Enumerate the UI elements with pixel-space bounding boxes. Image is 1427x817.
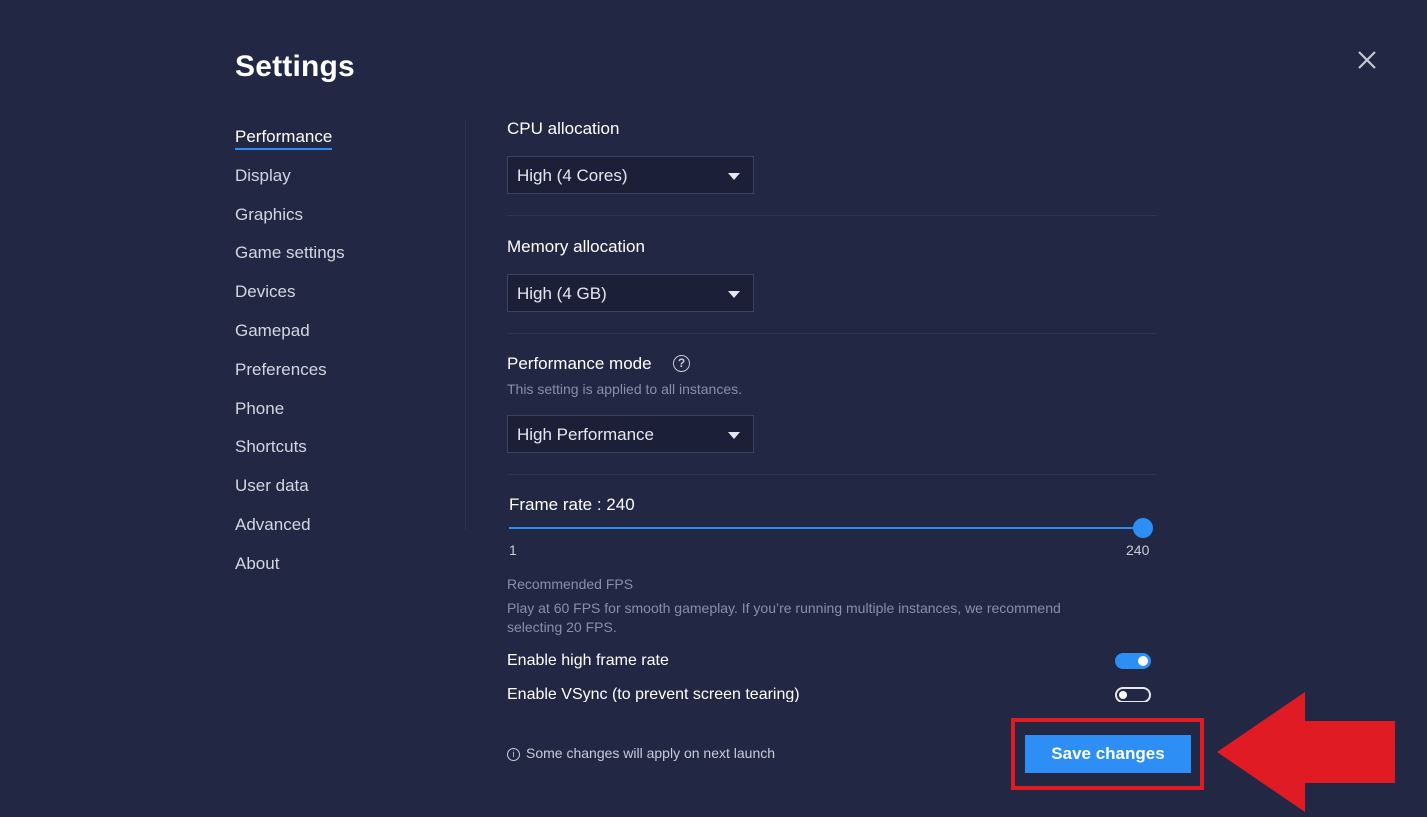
frame-rate-slider-fill <box>509 527 1143 529</box>
page-title: Settings <box>235 50 355 83</box>
performance-mode-note: This setting is applied to all instances… <box>507 381 743 397</box>
high-frame-rate-label: Enable high frame rate <box>507 652 669 669</box>
cpu-allocation-label: CPU allocation <box>507 119 620 138</box>
settings-dialog: Settings Performance Display Graphics Ga… <box>0 0 1427 817</box>
sidebar-item-label: Preferences <box>235 359 327 379</box>
slider-max-label: 240 <box>1126 542 1150 558</box>
frame-rate-slider[interactable] <box>509 527 1143 529</box>
cpu-allocation-select[interactable]: High (4 Cores) <box>507 156 754 194</box>
sidebar-item-shortcuts[interactable]: Shortcuts <box>235 428 455 467</box>
sidebar-item-about[interactable]: About <box>235 545 455 584</box>
slider-min-label: 1 <box>509 542 517 558</box>
sidebar-item-performance[interactable]: Performance <box>235 118 455 157</box>
sidebar-item-user-data[interactable]: User data <box>235 467 455 506</box>
caret-down-icon <box>728 432 740 439</box>
sidebar-item-label: Game settings <box>235 243 345 263</box>
sidebar-item-label: Display <box>235 165 291 185</box>
sidebar-item-label: Gamepad <box>235 320 310 340</box>
caret-down-icon <box>728 291 740 298</box>
sidebar-item-game-settings[interactable]: Game settings <box>235 234 455 273</box>
toggle-knob <box>1138 656 1148 666</box>
sidebar-item-devices[interactable]: Devices <box>235 273 455 312</box>
help-icon[interactable]: ? <box>673 355 690 372</box>
vsync-label: Enable VSync (to prevent screen tearing) <box>507 686 800 702</box>
settings-sidebar: Performance Display Graphics Game settin… <box>235 118 455 584</box>
section-divider <box>507 215 1157 216</box>
sidebar-item-advanced[interactable]: Advanced <box>235 506 455 545</box>
footer-note: i Some changes will apply on next launch <box>507 745 775 761</box>
sidebar-item-label: Shortcuts <box>235 437 307 457</box>
memory-allocation-label: Memory allocation <box>507 237 645 256</box>
sidebar-item-graphics[interactable]: Graphics <box>235 196 455 235</box>
memory-allocation-value: High (4 GB) <box>517 284 607 303</box>
section-divider <box>507 333 1157 334</box>
frame-rate-label: Frame rate : 240 <box>509 495 635 514</box>
sidebar-item-label: User data <box>235 476 309 496</box>
sidebar-item-label: About <box>235 553 280 573</box>
recommended-fps-text-line1: Play at 60 FPS for smooth gameplay. If y… <box>507 600 1061 616</box>
performance-mode-select[interactable]: High Performance <box>507 415 754 453</box>
sidebar-item-phone[interactable]: Phone <box>235 390 455 429</box>
sidebar-item-preferences[interactable]: Preferences <box>235 351 455 390</box>
frame-rate-slider-thumb[interactable] <box>1133 518 1153 538</box>
sidebar-item-label: Phone <box>235 398 285 418</box>
performance-mode-value: High Performance <box>517 425 655 444</box>
toggle-knob <box>1119 691 1127 699</box>
high-frame-rate-toggle[interactable] <box>1115 653 1151 669</box>
sidebar-divider <box>465 120 466 530</box>
performance-mode-label: Performance mode <box>507 354 652 373</box>
vsync-toggle[interactable] <box>1115 687 1151 702</box>
sidebar-item-display[interactable]: Display <box>235 157 455 196</box>
recommended-fps-text-line2: selecting 20 FPS. <box>507 619 617 635</box>
footer-note-text: Some changes will apply on next launch <box>526 745 776 761</box>
memory-allocation-select[interactable]: High (4 GB) <box>507 274 754 312</box>
section-divider <box>507 474 1157 475</box>
performance-panel: CPU allocation High (4 Cores) Memory all… <box>507 0 1157 702</box>
recommended-fps-title: Recommended FPS <box>507 576 634 592</box>
sidebar-item-label: Performance <box>235 127 333 150</box>
sidebar-item-label: Devices <box>235 282 296 302</box>
sidebar-item-label: Advanced <box>235 514 311 534</box>
info-icon: i <box>507 748 520 761</box>
cpu-allocation-value: High (4 Cores) <box>517 166 628 185</box>
close-icon <box>1358 51 1376 69</box>
close-button[interactable] <box>1355 48 1379 72</box>
sidebar-item-label: Graphics <box>235 204 304 224</box>
left-arrow-icon <box>1217 692 1395 812</box>
sidebar-item-gamepad[interactable]: Gamepad <box>235 312 455 351</box>
save-changes-button[interactable]: Save changes <box>1025 735 1191 773</box>
caret-down-icon <box>728 173 740 180</box>
